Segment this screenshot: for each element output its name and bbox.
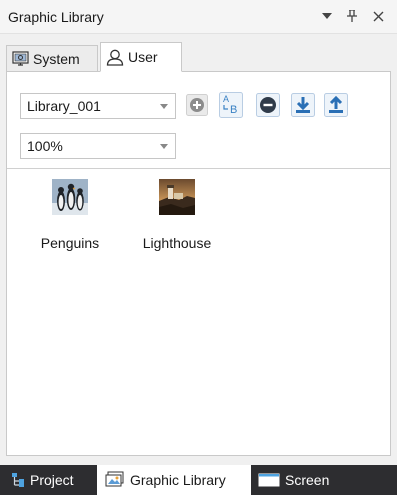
tab-system-label: System xyxy=(33,51,80,67)
svg-text:B: B xyxy=(230,104,237,116)
library-tabstrip: System User xyxy=(6,42,391,72)
tab-system[interactable]: System xyxy=(6,45,98,72)
chevron-down-icon[interactable] xyxy=(153,94,175,118)
svg-text:A: A xyxy=(223,94,229,104)
download-icon xyxy=(291,92,315,120)
zoom-select-value: 100% xyxy=(27,138,63,154)
penguins-thumbnail xyxy=(52,179,88,215)
remove-library-button[interactable] xyxy=(254,92,282,120)
close-icon[interactable] xyxy=(369,7,387,25)
import-library-button[interactable] xyxy=(289,92,317,120)
minus-circle-icon xyxy=(256,92,280,120)
panel-titlebar: Graphic Library xyxy=(0,0,397,34)
bottom-tab-graphic-library[interactable]: Graphic Library xyxy=(97,465,251,495)
gallery-item-penguins[interactable]: Penguins xyxy=(30,171,110,255)
upload-icon xyxy=(324,92,348,120)
library-select-value: Library_001 xyxy=(27,98,101,114)
monitor-icon xyxy=(12,51,29,67)
lighthouse-thumbnail xyxy=(159,179,195,215)
bottom-tab-graphic-library-label: Graphic Library xyxy=(130,472,226,488)
user-icon xyxy=(106,49,124,66)
rename-library-button[interactable]: A B xyxy=(217,91,245,121)
library-select[interactable]: Library_001 xyxy=(20,93,176,119)
tab-user[interactable]: User xyxy=(100,42,182,72)
add-library-button[interactable] xyxy=(183,92,211,120)
graphic-gallery: Penguins Lighthouse xyxy=(7,168,390,455)
chevron-down-icon[interactable] xyxy=(153,134,175,158)
pin-icon[interactable] xyxy=(343,7,361,25)
export-library-button[interactable] xyxy=(322,92,350,120)
gallery-item-label: Penguins xyxy=(40,235,100,251)
screen-icon xyxy=(258,473,280,487)
graphic-library-panel: Graphic Library System User Library_001 … xyxy=(0,0,397,495)
caret-down-icon[interactable] xyxy=(318,7,336,25)
bottom-tab-project-label: Project xyxy=(30,472,74,488)
graphic-library-icon xyxy=(105,471,125,489)
bottom-tab-screen-label: Screen xyxy=(285,472,330,488)
gallery-item-label: Lighthouse xyxy=(142,235,212,251)
zoom-select[interactable]: 100% xyxy=(20,133,176,159)
bottom-tabbar: Project Graphic Library Screen xyxy=(0,465,397,495)
tab-user-label: User xyxy=(128,49,158,65)
project-tree-icon xyxy=(11,472,25,488)
bottom-tab-project[interactable]: Project xyxy=(11,465,96,495)
gallery-item-lighthouse[interactable]: Lighthouse xyxy=(137,171,217,255)
rename-ab-icon: A B xyxy=(219,91,243,121)
bottom-tab-screen[interactable]: Screen xyxy=(258,465,368,495)
panel-title: Graphic Library xyxy=(8,9,104,25)
plus-circle-icon xyxy=(186,93,208,119)
user-tab-content: Library_001 100% A B Penguins Lighthouse xyxy=(6,71,391,456)
